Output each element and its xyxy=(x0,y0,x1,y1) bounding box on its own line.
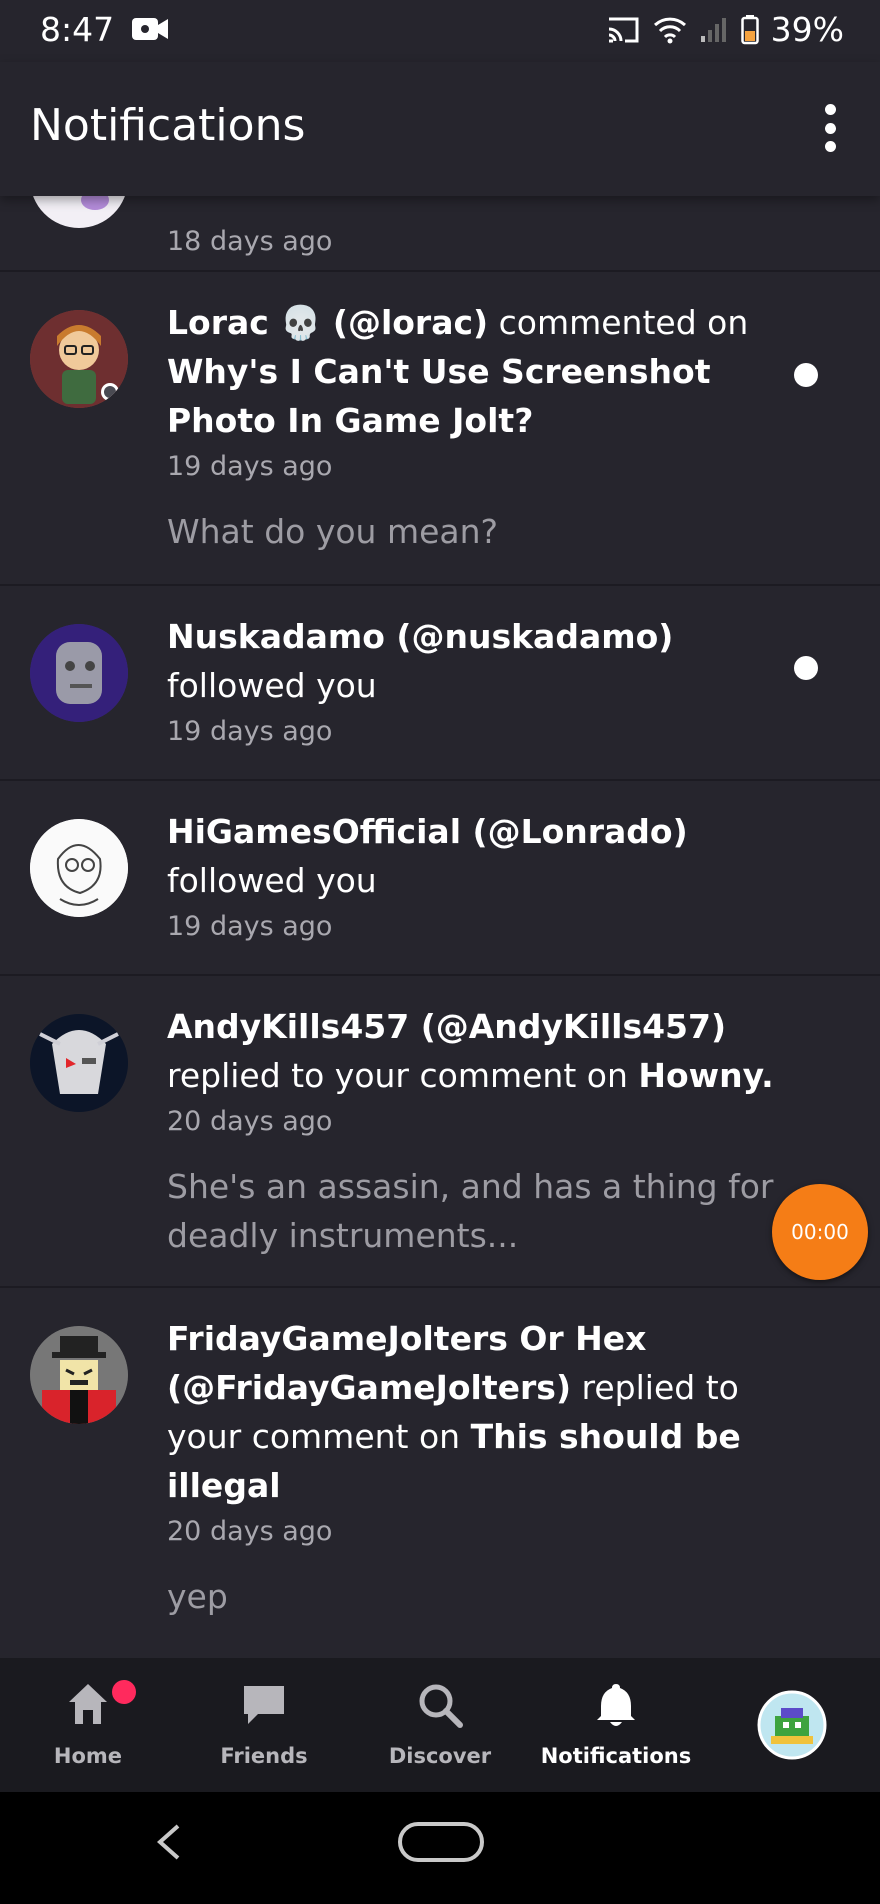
home-gesture-pill[interactable] xyxy=(398,1822,484,1862)
battery-percent: 39% xyxy=(770,10,844,49)
user-avatar[interactable] xyxy=(30,310,128,408)
cast-icon xyxy=(608,17,639,42)
notification-action: followed you xyxy=(167,666,377,705)
nav-label-friends: Friends xyxy=(220,1744,308,1768)
notification-text: FridayGameJolters Or Hex (@FridayGameJol… xyxy=(167,1314,790,1510)
app-bar: Notifications xyxy=(0,62,880,196)
more-vert-icon xyxy=(824,104,836,115)
notification-text: Nuskadamo (@nuskadamo) followed you xyxy=(167,612,790,710)
search-icon xyxy=(419,1684,463,1728)
notification-action: commented on xyxy=(488,303,749,342)
notification-time: 19 days ago xyxy=(167,911,333,942)
chat-icon xyxy=(244,1686,284,1724)
notification-text: Lorac 💀 (@lorac) commented on Why's I Ca… xyxy=(167,298,790,445)
notification-text: HiGamesOfficial (@Lonrado) followed you xyxy=(167,807,790,905)
unread-indicator xyxy=(794,363,818,387)
notification-actor[interactable]: Nuskadamo (@nuskadamo) xyxy=(167,617,673,656)
notification-action: replied to your comment on xyxy=(167,1056,639,1095)
nav-friends[interactable]: Friends xyxy=(176,1658,352,1792)
notification-time: 20 days ago xyxy=(167,1106,333,1137)
signal-icon xyxy=(700,17,726,42)
notification-actor[interactable]: HiGamesOfficial (@Lonrado) xyxy=(167,812,688,851)
user-avatar[interactable] xyxy=(30,624,128,722)
notification-time: 18 days ago xyxy=(167,226,333,257)
notification-item[interactable]: Lorac 💀 (@lorac) commented on Why's I Ca… xyxy=(0,272,880,586)
notification-target[interactable]: Why's I Can't Use Screenshot Photo In Ga… xyxy=(167,352,711,440)
screen: 8:47 39% Notifications 18 days ago Lorac… xyxy=(0,0,880,1904)
bottom-nav: Home Friends Discover Notifications xyxy=(0,1658,880,1792)
notification-time: 19 days ago xyxy=(167,451,333,482)
more-options-button[interactable] xyxy=(820,104,840,152)
nav-profile[interactable] xyxy=(704,1658,880,1792)
comment-snippet: yep xyxy=(167,1577,228,1616)
notification-item[interactable]: Nuskadamo (@nuskadamo) followed you 19 d… xyxy=(0,586,880,781)
wifi-icon xyxy=(653,17,686,43)
notification-badge xyxy=(112,1680,136,1704)
status-bar: 8:47 39% xyxy=(0,0,880,62)
video-camera-icon xyxy=(132,18,168,40)
back-icon[interactable] xyxy=(154,1822,184,1862)
notification-text: AndyKills457 (@AndyKills457) replied to … xyxy=(167,1002,790,1100)
comment-snippet: She's an assasin, and has a thing for de… xyxy=(167,1167,774,1255)
system-nav-bar xyxy=(0,1792,880,1904)
nav-label-home: Home xyxy=(53,1744,123,1768)
notification-item[interactable]: AndyKills457 (@AndyKills457) replied to … xyxy=(0,976,880,1288)
user-avatar[interactable] xyxy=(30,1326,128,1424)
recording-timer-button[interactable]: 00:00 xyxy=(772,1184,868,1280)
notification-action: followed you xyxy=(167,861,377,900)
status-icons: 39% xyxy=(607,10,844,49)
notification-item[interactable]: HiGamesOfficial (@Lonrado) followed you … xyxy=(0,781,880,976)
notification-actor[interactable]: Lorac 💀 (@lorac) xyxy=(167,303,488,342)
nav-label-notifications: Notifications xyxy=(540,1744,692,1768)
notification-actor[interactable]: AndyKills457 (@AndyKills457) xyxy=(167,1007,726,1046)
nav-discover[interactable]: Discover xyxy=(352,1658,528,1792)
nav-label-discover: Discover xyxy=(388,1744,492,1768)
user-avatar[interactable] xyxy=(30,819,128,917)
notification-time: 20 days ago xyxy=(167,1516,333,1547)
nav-home[interactable]: Home xyxy=(0,1658,176,1792)
comment-snippet: What do you mean? xyxy=(167,512,499,551)
notification-item[interactable]: FridayGameJolters Or Hex (@FridayGameJol… xyxy=(0,1288,880,1662)
bell-icon xyxy=(597,1684,635,1726)
profile-avatar xyxy=(757,1690,827,1760)
notification-time: 19 days ago xyxy=(167,716,333,747)
nav-notifications[interactable]: Notifications xyxy=(528,1658,704,1792)
notification-target[interactable]: Howny. xyxy=(638,1056,773,1095)
battery-icon xyxy=(740,14,759,44)
unread-indicator xyxy=(794,656,818,680)
home-icon xyxy=(69,1684,107,1724)
user-avatar[interactable] xyxy=(30,1014,128,1112)
page-title: Notifications xyxy=(30,100,306,151)
status-time: 8:47 xyxy=(40,10,115,49)
